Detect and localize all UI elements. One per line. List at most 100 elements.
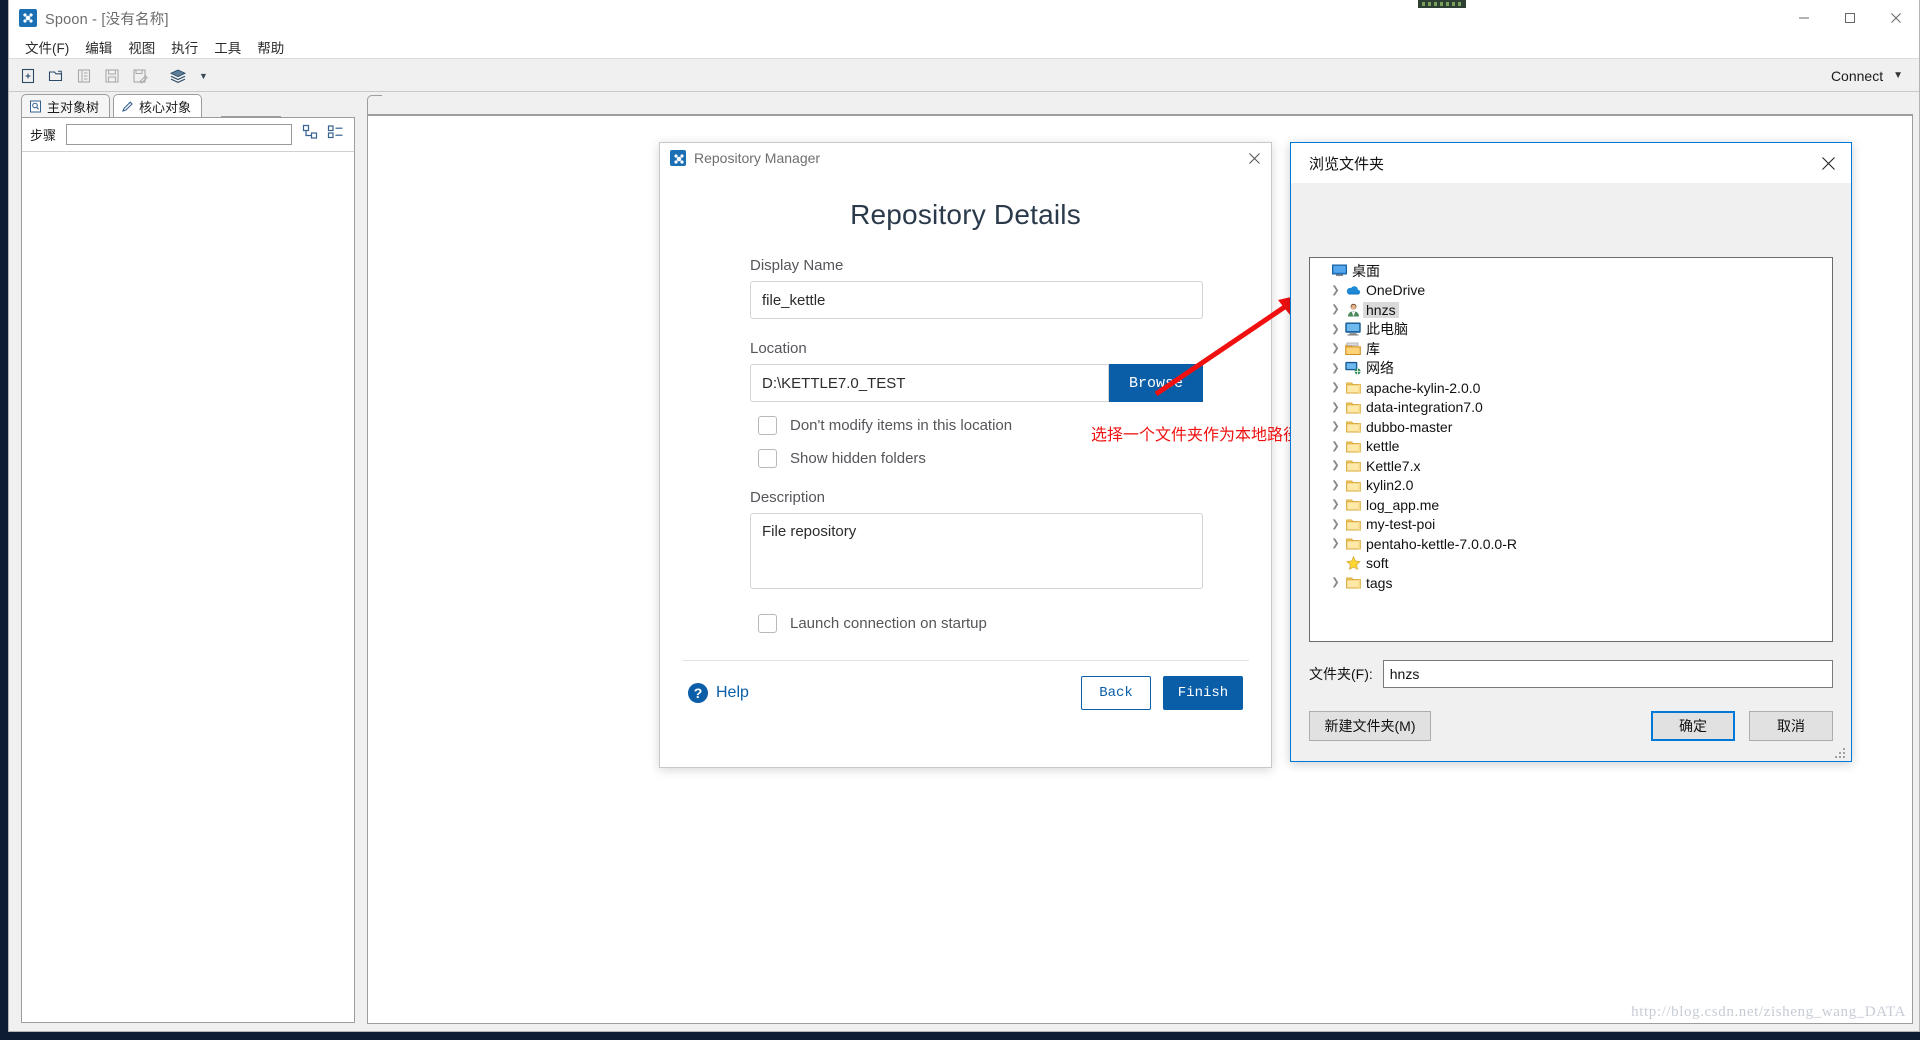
onedrive-icon [1343, 284, 1363, 296]
blog-watermark: http://blog.csdn.net/zisheng_wang_DATA [1631, 1004, 1906, 1020]
toolbar: ▼ Connect ▼ [9, 60, 1919, 92]
tree-item[interactable]: ❯ kylin2.0 [1310, 476, 1832, 496]
tree-item[interactable]: ❯ 网络 [1310, 359, 1832, 379]
folder-name-row: 文件夹(F): [1309, 659, 1833, 689]
menu-run[interactable]: 执行 [163, 35, 206, 59]
browse-folder-titlebar: 浏览文件夹 [1291, 143, 1851, 183]
new-folder-button[interactable]: 新建文件夹(M) [1309, 711, 1431, 741]
tab-label: 主对象树 [47, 99, 100, 115]
chevron-right-icon[interactable]: ❯ [1328, 421, 1343, 432]
repository-dialog-title: Repository Manager [694, 150, 821, 166]
repository-footer: ? Help Back Finish [660, 661, 1271, 710]
confirm-buttons: 确定 取消 [1651, 711, 1833, 741]
tree-item-label: 此电脑 [1366, 321, 1408, 338]
collapse-tree-icon[interactable] [327, 124, 344, 145]
chevron-right-icon[interactable]: ❯ [1328, 382, 1343, 393]
help-link[interactable]: ? Help [688, 683, 749, 703]
layers-icon[interactable] [165, 63, 191, 89]
launch-on-startup-checkbox[interactable] [758, 614, 777, 633]
browse-button[interactable]: Browse [1109, 364, 1203, 402]
browse-folder-close-button[interactable] [1805, 143, 1851, 183]
show-hidden-checkbox-row[interactable]: Show hidden folders [758, 449, 1203, 468]
display-name-label: Display Name [750, 257, 844, 274]
chevron-right-icon[interactable]: ❯ [1328, 519, 1343, 530]
steps-search-input[interactable] [66, 124, 292, 145]
location-row: Browse [750, 364, 1203, 402]
tree-item[interactable]: ❯ data-integration7.0 [1310, 398, 1832, 418]
back-button[interactable]: Back [1081, 676, 1151, 710]
chevron-right-icon[interactable]: ❯ [1328, 285, 1343, 296]
tree-item-label: kettle [1366, 438, 1400, 455]
tree-item[interactable]: ❯ 库 [1310, 339, 1832, 359]
chevron-right-icon[interactable]: ❯ [1328, 343, 1343, 354]
tree-item[interactable]: ❯ pentaho-kettle-7.0.0.0-R [1310, 534, 1832, 554]
tree-item[interactable]: ❯ dubbo-master [1310, 417, 1832, 437]
tree-item[interactable]: ❯ 此电脑 [1310, 320, 1832, 340]
close-button[interactable] [1873, 0, 1919, 36]
computer-icon [1343, 322, 1363, 336]
tree-item[interactable]: ❯ tags [1310, 573, 1832, 593]
folder-icon [1343, 420, 1363, 433]
show-hidden-checkbox[interactable] [758, 449, 777, 468]
chevron-right-icon[interactable]: ❯ [1328, 577, 1343, 588]
chevron-right-icon[interactable]: ❯ [1328, 460, 1343, 471]
resize-grip[interactable] [1835, 746, 1847, 758]
window-title: Spoon - [没有名称] [45, 11, 169, 28]
window-controls [1781, 0, 1919, 36]
tree-item[interactable]: ❯ Kettle7.x [1310, 456, 1832, 476]
location-input[interactable] [750, 364, 1109, 402]
folder-name-input[interactable] [1382, 660, 1833, 688]
steps-label: 步骤 [30, 128, 57, 143]
chevron-right-icon[interactable]: ❯ [1328, 363, 1343, 374]
tree-item[interactable]: ❯ log_app.me [1310, 495, 1832, 515]
chevron-right-icon[interactable]: ❯ [1328, 441, 1343, 452]
help-label: Help [716, 684, 749, 701]
expand-tree-icon[interactable] [302, 124, 319, 145]
tree-item[interactable]: soft [1310, 554, 1832, 574]
tab-main-object-tree[interactable]: 主对象树 [21, 94, 111, 117]
description-textarea[interactable]: File repository [750, 513, 1203, 589]
chevron-right-icon[interactable]: ❯ [1328, 499, 1343, 510]
cancel-button[interactable]: 取消 [1749, 711, 1833, 741]
tree-item[interactable]: ❯ my-test-poi [1310, 515, 1832, 535]
tree-item[interactable]: ❯ kettle [1310, 437, 1832, 457]
launch-on-startup-checkbox-row[interactable]: Launch connection on startup [758, 614, 1203, 633]
tree-item[interactable]: 桌面 [1310, 261, 1832, 281]
folder-tree[interactable]: 桌面 ❯ OneDrive ❯ hnzs ❯ 此电脑 ❯ 库 ❯ 网络 ❯ apache-kylin-2… [1309, 257, 1833, 642]
location-label: Location [750, 340, 807, 357]
chevron-down-icon[interactable]: ▼ [193, 71, 214, 81]
tab-core-objects[interactable]: 核心对象 [113, 94, 203, 117]
tree-item[interactable]: ❯ apache-kylin-2.0.0 [1310, 378, 1832, 398]
folder-icon [1343, 537, 1363, 550]
tree-item[interactable]: ❯ hnzs [1310, 300, 1832, 320]
save-as-icon [127, 63, 153, 89]
repository-dialog-titlebar: Repository Manager [660, 143, 1271, 173]
menu-help[interactable]: 帮助 [249, 35, 292, 59]
chevron-right-icon[interactable]: ❯ [1328, 324, 1343, 335]
browse-folder-title: 浏览文件夹 [1309, 155, 1385, 173]
connect-dropdown[interactable]: Connect ▼ [1831, 68, 1919, 84]
menu-file[interactable]: 文件(F) [17, 35, 77, 59]
maximize-button[interactable] [1827, 0, 1873, 36]
desktop-icon [1329, 264, 1349, 278]
ok-button[interactable]: 确定 [1651, 711, 1735, 741]
chevron-down-icon: ▼ [1893, 70, 1903, 81]
chevron-right-icon[interactable]: ❯ [1328, 402, 1343, 413]
display-name-input[interactable] [750, 281, 1203, 319]
menu-view[interactable]: 视图 [120, 35, 163, 59]
minimize-button[interactable] [1781, 0, 1827, 36]
finish-button[interactable]: Finish [1163, 676, 1243, 710]
chevron-right-icon[interactable]: ❯ [1328, 538, 1343, 549]
chevron-right-icon[interactable]: ❯ [1328, 480, 1343, 491]
left-panel: 主对象树 核心对象 步骤 [13, 93, 361, 1025]
dont-modify-checkbox[interactable] [758, 416, 777, 435]
menu-tools[interactable]: 工具 [206, 35, 249, 59]
chevron-right-icon[interactable]: ❯ [1328, 304, 1343, 315]
open-file-icon[interactable] [43, 63, 69, 89]
tree-item-label: pentaho-kettle-7.0.0.0-R [1366, 535, 1517, 552]
new-file-icon[interactable] [15, 63, 41, 89]
tree-item[interactable]: ❯ OneDrive [1310, 281, 1832, 301]
repository-close-button[interactable] [1237, 143, 1271, 173]
menu-edit[interactable]: 编辑 [77, 35, 120, 59]
folder-name-label: 文件夹(F): [1309, 666, 1373, 682]
